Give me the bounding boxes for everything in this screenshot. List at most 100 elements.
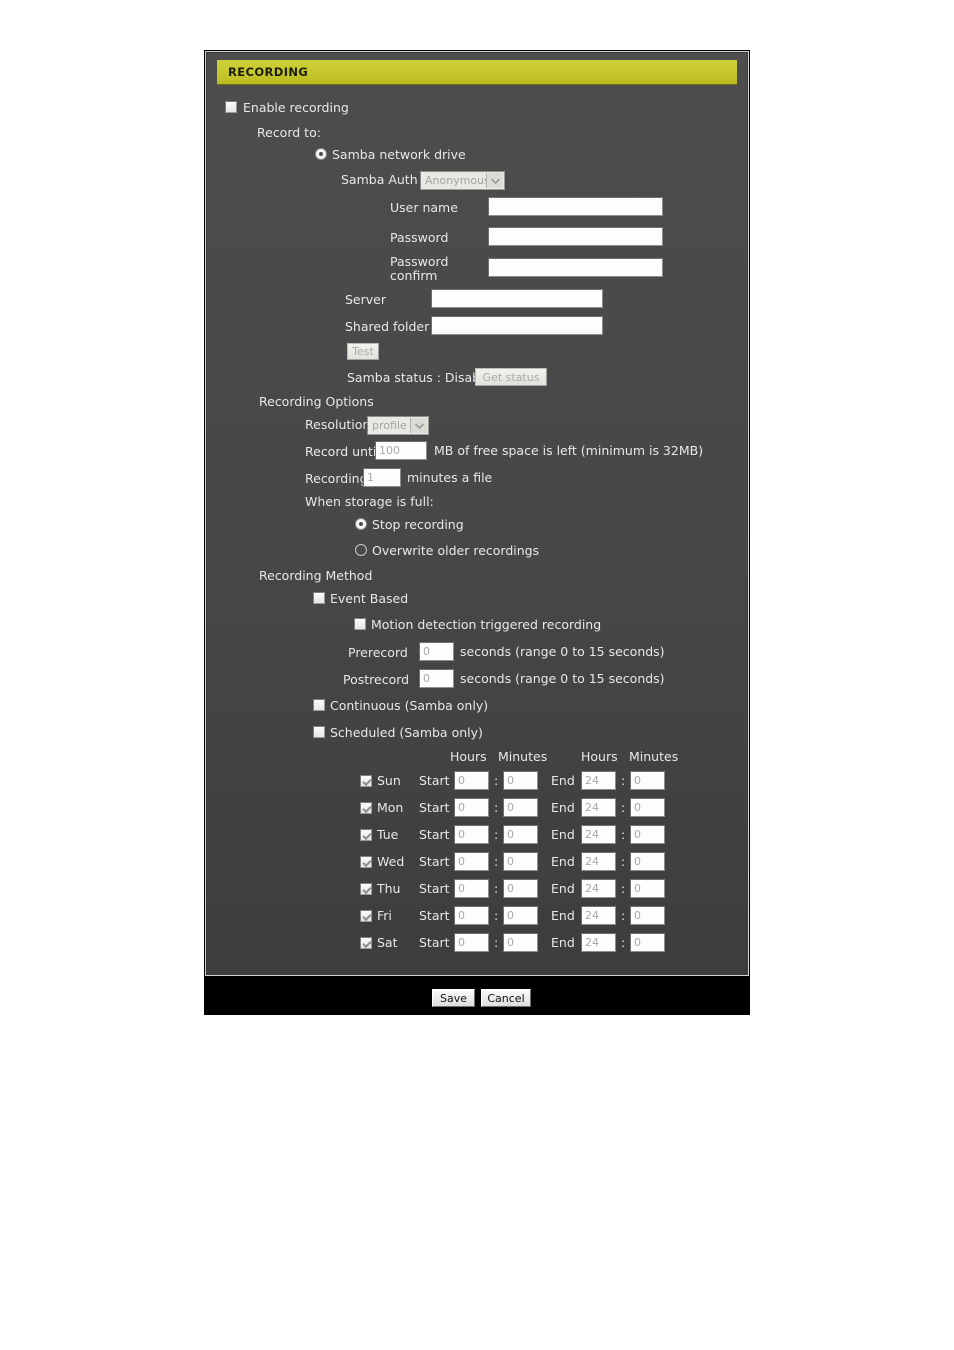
overwrite-older-recordings-radio[interactable]: [355, 544, 367, 556]
schedule-start-hours-input[interactable]: [454, 933, 489, 952]
schedule-start-hours-input[interactable]: [454, 771, 489, 790]
resolution-label: Resolution: [305, 417, 371, 432]
schedule-end-minutes-input[interactable]: [630, 825, 665, 844]
schedule-end-minutes-input[interactable]: [630, 771, 665, 790]
schedule-start-label: Start: [419, 854, 450, 869]
cancel-button[interactable]: Cancel: [481, 989, 531, 1007]
schedule-end-minutes-input[interactable]: [630, 906, 665, 925]
password-confirm-input[interactable]: [488, 258, 663, 277]
get-status-button[interactable]: Get status: [475, 368, 547, 386]
schedule-start-minutes-input[interactable]: [503, 879, 538, 898]
recording-minutes-label: Recording: [305, 471, 368, 486]
schedule-end-hours-input[interactable]: [581, 906, 616, 925]
schedule-end-hours-input[interactable]: [581, 879, 616, 898]
enable-recording-checkbox[interactable]: [225, 101, 237, 113]
schedule-end-separator: :: [621, 908, 626, 923]
schedule-start-minutes-input[interactable]: [503, 825, 538, 844]
schedule-end-hours-input[interactable]: [581, 771, 616, 790]
panel-titlebar: RECORDING: [217, 60, 737, 85]
schedule-start-hours-input[interactable]: [454, 825, 489, 844]
page-title: RECORDING: [228, 65, 309, 79]
schedule-start-hours-input[interactable]: [454, 852, 489, 871]
samba-auth-value: Anonymous: [425, 174, 490, 187]
schedule-start-label: Start: [419, 773, 450, 788]
schedule-end-minutes-input[interactable]: [630, 852, 665, 871]
record-until-input[interactable]: [375, 441, 427, 460]
recording-minutes-suffix: minutes a file: [407, 470, 493, 485]
schedule-end-separator: :: [621, 773, 626, 788]
chevron-down-icon: [410, 418, 427, 433]
recording-method-heading: Recording Method: [259, 568, 373, 583]
schedule-start-label: Start: [419, 800, 450, 815]
resolution-select[interactable]: profile 1: [367, 416, 429, 435]
postrecord-suffix: seconds (range 0 to 15 seconds): [460, 671, 665, 686]
schedule-end-label: End: [551, 881, 575, 896]
motion-detection-label: Motion detection triggered recording: [371, 617, 602, 632]
continuous-checkbox[interactable]: [313, 699, 325, 711]
schedule-end-hours-input[interactable]: [581, 825, 616, 844]
schedule-end-separator: :: [621, 935, 626, 950]
schedule-end-minutes-input[interactable]: [630, 933, 665, 952]
stop-recording-radio[interactable]: [355, 518, 367, 530]
password-label: Password: [390, 230, 449, 245]
schedule-start-separator: :: [494, 800, 499, 815]
storage-full-label: When storage is full:: [305, 494, 434, 509]
motion-detection-checkbox[interactable]: [354, 618, 366, 630]
schedule-start-minutes-input[interactable]: [503, 771, 538, 790]
schedule-day-label: Wed: [377, 854, 405, 869]
col-start-minutes: Minutes: [498, 749, 548, 764]
schedule-start-hours-input[interactable]: [454, 906, 489, 925]
user-name-input[interactable]: [488, 197, 663, 216]
scheduled-checkbox[interactable]: [313, 726, 325, 738]
password-confirm-label-line2: confirm: [390, 268, 438, 283]
schedule-day-checkbox[interactable]: [360, 829, 372, 841]
schedule-day-checkbox[interactable]: [360, 910, 372, 922]
col-end-hours: Hours: [581, 749, 618, 764]
prerecord-input[interactable]: [419, 642, 454, 661]
schedule-end-separator: :: [621, 800, 626, 815]
save-button[interactable]: Save: [432, 989, 475, 1007]
password-input[interactable]: [488, 227, 663, 246]
footer-bar: Save Cancel: [204, 980, 750, 1015]
schedule-day-checkbox[interactable]: [360, 883, 372, 895]
recording-minutes-input[interactable]: [363, 468, 401, 487]
schedule-end-separator: :: [621, 827, 626, 842]
schedule-start-label: Start: [419, 908, 450, 923]
schedule-end-label: End: [551, 935, 575, 950]
event-based-checkbox[interactable]: [313, 592, 325, 604]
schedule-start-minutes-input[interactable]: [503, 906, 538, 925]
samba-auth-select[interactable]: Anonymous: [420, 171, 505, 190]
schedule-start-separator: :: [494, 827, 499, 842]
samba-network-drive-radio[interactable]: [315, 148, 327, 160]
chevron-down-icon: [486, 173, 503, 188]
schedule-day-checkbox[interactable]: [360, 802, 372, 814]
get-status-button-label: Get status: [482, 370, 540, 384]
schedule-end-hours-input[interactable]: [581, 852, 616, 871]
postrecord-input[interactable]: [419, 669, 454, 688]
schedule-start-separator: :: [494, 854, 499, 869]
schedule-end-hours-input[interactable]: [581, 933, 616, 952]
schedule-day-checkbox[interactable]: [360, 937, 372, 949]
shared-folder-input[interactable]: [431, 316, 603, 335]
record-to-heading: Record to:: [257, 125, 321, 140]
schedule-day-checkbox[interactable]: [360, 856, 372, 868]
server-input[interactable]: [431, 289, 603, 308]
schedule-day-label: Thu: [377, 881, 401, 896]
event-based-label: Event Based: [330, 591, 409, 606]
overwrite-older-recordings-label: Overwrite older recordings: [372, 543, 540, 558]
schedule-start-minutes-input[interactable]: [503, 798, 538, 817]
save-button-label: Save: [439, 991, 467, 1005]
test-button-label: Test: [352, 345, 374, 358]
panel-body: RECORDING Enable recording Record to: Sa…: [207, 53, 747, 974]
schedule-start-minutes-input[interactable]: [503, 933, 538, 952]
schedule-start-hours-input[interactable]: [454, 798, 489, 817]
schedule-end-hours-input[interactable]: [581, 798, 616, 817]
schedule-start-hours-input[interactable]: [454, 879, 489, 898]
samba-auth-label: Samba Auth: [341, 172, 418, 187]
schedule-end-minutes-input[interactable]: [630, 879, 665, 898]
schedule-day-checkbox[interactable]: [360, 775, 372, 787]
schedule-end-minutes-input[interactable]: [630, 798, 665, 817]
schedule-start-minutes-input[interactable]: [503, 852, 538, 871]
test-button[interactable]: Test: [347, 343, 379, 360]
panel-frame: RECORDING Enable recording Record to: Sa…: [205, 51, 749, 976]
